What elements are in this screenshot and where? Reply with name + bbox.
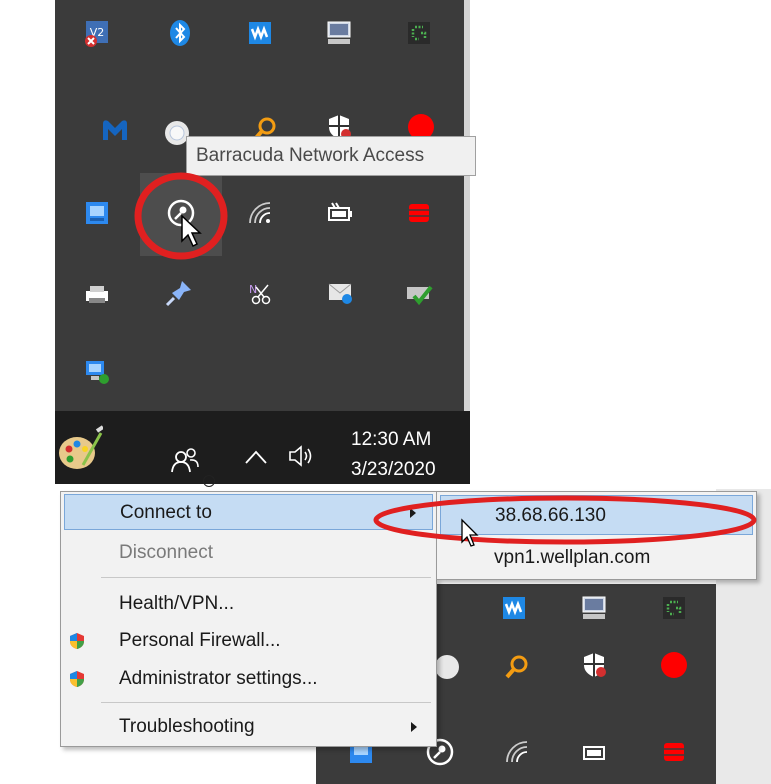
mouse-cursor-icon: [181, 214, 202, 248]
vnc-icon[interactable]: V2: [80, 16, 114, 50]
speaker-icon[interactable]: [288, 444, 318, 468]
malwarebytes-icon[interactable]: [98, 114, 132, 148]
battery-icon[interactable]: [323, 196, 357, 230]
red-database-icon[interactable]: [402, 196, 436, 230]
submenu-arrow-icon: [411, 722, 417, 732]
paint-palette-icon[interactable]: [57, 425, 103, 473]
red-database-icon[interactable]: [657, 735, 691, 769]
taskbar: 12:30 AM 3/23/2020: [55, 411, 470, 484]
menu-item-label: Administrator settings...: [119, 668, 318, 689]
menu-item-label: Connect to: [120, 502, 212, 523]
pin-icon[interactable]: [162, 276, 196, 310]
drive-check-icon[interactable]: [402, 276, 436, 310]
network-settings-icon[interactable]: [80, 196, 114, 230]
menu-item-label: Troubleshooting: [119, 716, 255, 737]
taskbar-time[interactable]: 12:30 AM: [351, 429, 431, 451]
mail-icon[interactable]: [323, 276, 357, 310]
menu-separator: [101, 702, 431, 703]
menu-item-label: Personal Firewall...: [119, 630, 281, 651]
people-icon[interactable]: [171, 447, 199, 473]
monitor-icon[interactable]: [322, 16, 356, 50]
menu-item-label: Disconnect: [119, 542, 213, 563]
menu-item-personal-firewall[interactable]: Personal Firewall...: [64, 623, 433, 659]
submenu-item-label: vpn1.wellplan.com: [494, 547, 651, 568]
onenote-clip-icon[interactable]: N: [243, 276, 277, 310]
red-octagon-icon[interactable]: [657, 648, 691, 682]
wifi-icon[interactable]: [500, 735, 534, 769]
chevron-up-icon[interactable]: [244, 448, 268, 466]
network-wave-icon[interactable]: [243, 16, 277, 50]
green-dotted-icon[interactable]: [657, 591, 691, 625]
network-wave-icon[interactable]: [497, 591, 531, 625]
taskbar-date[interactable]: 3/23/2020: [351, 459, 436, 481]
menu-item-troubleshooting[interactable]: Troubleshooting: [64, 709, 433, 745]
shield-icon: [70, 633, 84, 649]
battery-icon[interactable]: [578, 735, 612, 769]
menu-item-health-vpn[interactable]: Health/VPN...: [64, 586, 433, 622]
svg-text:N: N: [249, 283, 257, 296]
list-bullet: [203, 475, 215, 487]
mouse-cursor-icon: [461, 518, 479, 547]
bluetooth-icon[interactable]: [163, 16, 197, 50]
menu-item-administrator-settings[interactable]: Administrator settings...: [64, 661, 433, 697]
shield-icon: [70, 671, 84, 687]
green-dotted-icon[interactable]: [402, 16, 436, 50]
search-icon[interactable]: [500, 650, 534, 684]
remote-desktop-icon[interactable]: [80, 355, 114, 389]
printer-icon[interactable]: [80, 276, 114, 310]
wifi-icon[interactable]: [243, 196, 277, 230]
monitor-icon[interactable]: [577, 591, 611, 625]
menu-separator: [101, 577, 431, 578]
red-highlight-ellipse: [373, 495, 757, 545]
shield-icon[interactable]: [577, 648, 611, 682]
menu-item-label: Health/VPN...: [119, 593, 235, 614]
tooltip: Barracuda Network Access: [186, 136, 476, 176]
